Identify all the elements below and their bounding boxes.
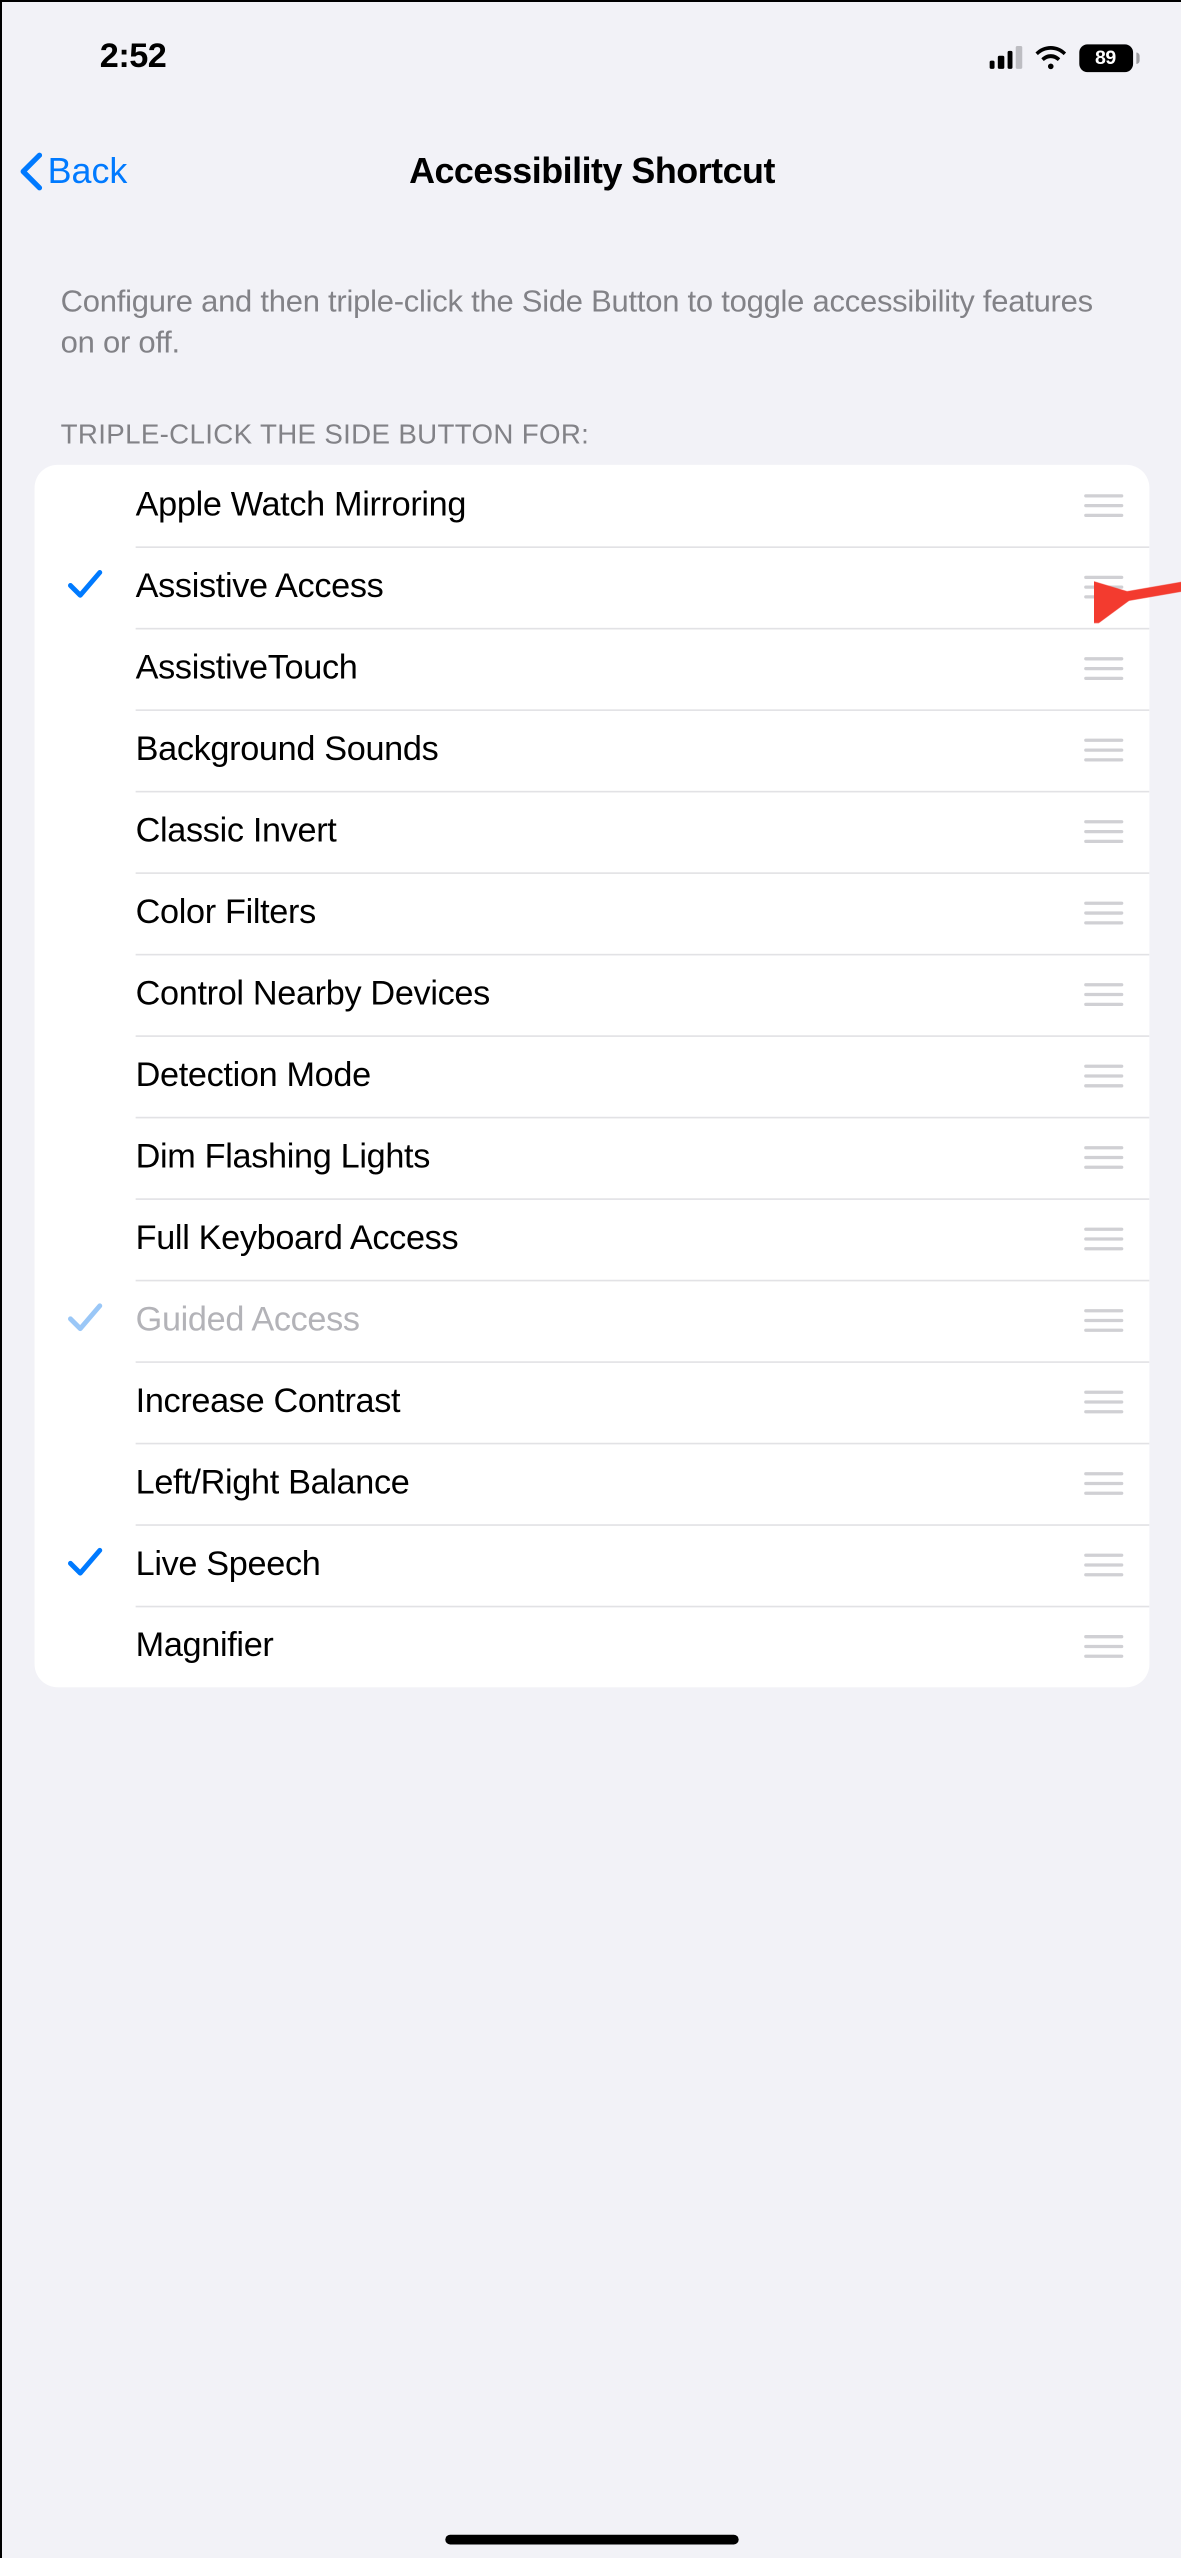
list-item-label: Assistive Access — [136, 568, 1085, 607]
checkmark-icon — [67, 1545, 103, 1586]
checkmark-column — [35, 1545, 136, 1586]
page-title: Accessibility Shortcut — [409, 150, 775, 192]
reorder-handle-icon[interactable] — [1084, 1227, 1123, 1251]
checkmark-column — [35, 1300, 136, 1341]
list-item[interactable]: Live Speech — [35, 1524, 1150, 1605]
reorder-handle-icon[interactable] — [1084, 1064, 1123, 1088]
checkmark-icon — [67, 1300, 103, 1341]
intro-text: Configure and then triple-click the Side… — [2, 217, 1181, 364]
reorder-handle-icon[interactable] — [1084, 1390, 1123, 1414]
shortcut-list: Apple Watch Mirroring Assistive Access Ass… — [35, 465, 1150, 1687]
list-item[interactable]: Apple Watch Mirroring — [35, 465, 1150, 546]
list-item-label: AssistiveTouch — [136, 649, 1085, 688]
list-item-label: Color Filters — [136, 894, 1085, 933]
list-item[interactable]: Detection Mode — [35, 1036, 1150, 1117]
reorder-handle-icon[interactable] — [1084, 1635, 1123, 1659]
list-item[interactable]: Control Nearby Devices — [35, 954, 1150, 1035]
reorder-handle-icon[interactable] — [1084, 983, 1123, 1007]
reorder-handle-icon[interactable] — [1084, 820, 1123, 844]
reorder-handle-icon[interactable] — [1084, 1146, 1123, 1170]
reorder-handle-icon[interactable] — [1084, 901, 1123, 925]
status-indicators: 89 — [989, 44, 1140, 72]
home-indicator — [445, 2535, 738, 2545]
list-item[interactable]: Full Keyboard Access — [35, 1199, 1150, 1280]
reorder-handle-icon[interactable] — [1084, 739, 1123, 763]
list-item[interactable]: Assistive Access — [35, 547, 1150, 628]
list-item[interactable]: Magnifier — [35, 1606, 1150, 1687]
list-item-label: Magnifier — [136, 1627, 1085, 1666]
list-item[interactable]: AssistiveTouch — [35, 628, 1150, 709]
chevron-left-icon — [18, 152, 44, 191]
wifi-icon — [1033, 45, 1067, 69]
list-item[interactable]: Increase Contrast — [35, 1362, 1150, 1443]
list-item[interactable]: Background Sounds — [35, 710, 1150, 791]
battery-indicator: 89 — [1078, 44, 1139, 72]
list-item-label: Increase Contrast — [136, 1383, 1085, 1422]
list-item-label: Dim Flashing Lights — [136, 1138, 1085, 1177]
navigation-bar: Back Accessibility Shortcut — [2, 126, 1181, 217]
reorder-handle-icon[interactable] — [1084, 1553, 1123, 1577]
list-item-label: Detection Mode — [136, 1057, 1085, 1096]
list-item-label: Background Sounds — [136, 731, 1085, 770]
battery-percentage: 89 — [1095, 46, 1116, 69]
reorder-handle-icon[interactable] — [1084, 1309, 1123, 1333]
list-item[interactable]: Left/Right Balance — [35, 1443, 1150, 1524]
list-item-label: Full Keyboard Access — [136, 1220, 1085, 1259]
list-item-label: Live Speech — [136, 1546, 1085, 1585]
checkmark-column — [35, 567, 136, 608]
list-item-label: Apple Watch Mirroring — [136, 486, 1085, 525]
reorder-handle-icon[interactable] — [1084, 494, 1123, 518]
list-item-label: Control Nearby Devices — [136, 975, 1085, 1014]
checkmark-icon — [67, 567, 103, 608]
status-bar: 2:52 89 — [2, 2, 1181, 90]
reorder-handle-icon[interactable] — [1084, 657, 1123, 681]
list-item-label: Left/Right Balance — [136, 1464, 1085, 1503]
reorder-handle-icon[interactable] — [1084, 1472, 1123, 1496]
status-time: 2:52 — [100, 38, 167, 77]
section-header: TRIPLE-CLICK THE SIDE BUTTON FOR: — [2, 364, 1181, 465]
list-item[interactable]: Classic Invert — [35, 791, 1150, 872]
list-item-label: Classic Invert — [136, 812, 1085, 851]
list-item[interactable]: Guided Access — [35, 1280, 1150, 1361]
back-button-label: Back — [48, 150, 128, 192]
list-item[interactable]: Color Filters — [35, 873, 1150, 954]
reorder-handle-icon[interactable] — [1084, 576, 1123, 600]
cellular-signal-icon — [989, 46, 1022, 69]
list-item[interactable]: Dim Flashing Lights — [35, 1117, 1150, 1198]
list-item-label: Guided Access — [136, 1301, 1085, 1340]
back-button[interactable]: Back — [18, 150, 127, 192]
